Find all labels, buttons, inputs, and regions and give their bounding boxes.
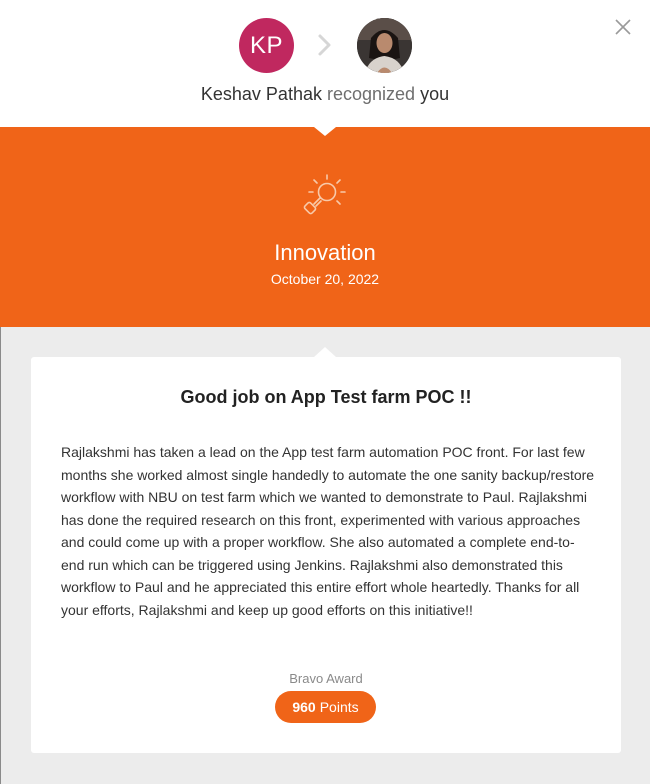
recognition-line: Keshav Pathak recognized you bbox=[0, 84, 650, 105]
chevron-right-icon bbox=[318, 34, 331, 56]
header-pointer bbox=[314, 127, 336, 136]
lightbulb-icon bbox=[303, 174, 346, 215]
award-date: October 20, 2022 bbox=[270, 271, 380, 287]
award-type: Bravo Award bbox=[289, 671, 363, 686]
award-name: Innovation bbox=[274, 240, 376, 265]
close-button[interactable] bbox=[610, 14, 636, 40]
message-card: Good job on App Test farm POC !! Rajlaks… bbox=[31, 357, 621, 753]
giver-avatar: KP bbox=[239, 18, 294, 73]
card-pointer bbox=[314, 347, 336, 357]
receiver-avatar bbox=[357, 18, 412, 73]
message-body: Rajlakshmi has taken a lead on the App t… bbox=[61, 444, 595, 618]
recognized-verb: recognized bbox=[326, 84, 416, 104]
giver-initials: KP bbox=[249, 31, 283, 59]
points-badge: 960 Points bbox=[275, 691, 376, 723]
message-title: Good job on App Test farm POC !! bbox=[180, 387, 472, 407]
close-icon bbox=[615, 19, 631, 35]
award-banner: Innovation October 20, 2022 bbox=[0, 127, 650, 327]
recognition-dialog: KP Keshav Pathak recognized you Innovati… bbox=[0, 0, 650, 784]
points-value: 960 bbox=[292, 699, 316, 715]
giver-name[interactable]: Keshav Pathak bbox=[201, 84, 322, 104]
receiver-label: you bbox=[420, 84, 450, 104]
recognition-header: KP Keshav Pathak recognized you bbox=[0, 0, 650, 127]
points-label: Points bbox=[319, 699, 359, 715]
